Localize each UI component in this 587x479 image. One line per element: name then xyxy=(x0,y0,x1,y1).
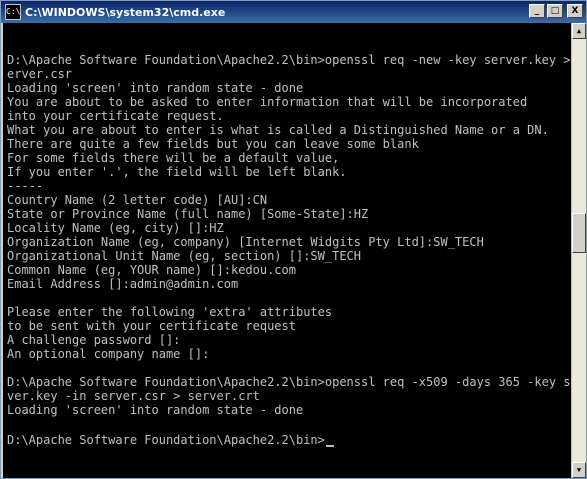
console-line: Locality Name (eg, city) []:HZ xyxy=(7,221,224,235)
console-line: Country Name (2 letter code) [AU]:CN xyxy=(7,193,268,207)
console-line: erver.csr xyxy=(7,67,73,81)
prompt-text: D:\Apache Software Foundation\Apache2.2\… xyxy=(7,433,325,447)
cmd-window: C:\ C:\WINDOWS\system32\cmd.exe _ □ X D:… xyxy=(0,0,587,479)
console-line: D:\Apache Software Foundation\Apache2.2\… xyxy=(7,53,571,67)
close-button[interactable]: X xyxy=(567,4,583,18)
console-line: You are about to be asked to enter infor… xyxy=(7,95,528,109)
window-title: C:\WINDOWS\system32\cmd.exe xyxy=(25,5,226,19)
minimize-button[interactable]: _ xyxy=(529,4,545,18)
scroll-down-arrow-icon[interactable]: ▼ xyxy=(572,462,586,478)
title-bar[interactable]: C:\ C:\WINDOWS\system32\cmd.exe _ □ X xyxy=(1,1,586,23)
scroll-thumb[interactable] xyxy=(572,213,586,253)
console-line: An optional company name []: xyxy=(7,347,210,361)
console-line: Loading 'screen' into random state - don… xyxy=(7,403,304,417)
console-line: Loading 'screen' into random state - don… xyxy=(7,81,304,95)
console-line: For some fields there will be a default … xyxy=(7,151,340,165)
console-line: Organization Name (eg, company) [Interne… xyxy=(7,235,484,249)
prompt-line[interactable]: D:\Apache Software Foundation\Apache2.2\… xyxy=(7,433,334,447)
console-output[interactable]: D:\Apache Software Foundation\Apache2.2\… xyxy=(3,23,571,478)
console-line: into your certificate request. xyxy=(7,109,224,123)
cmd-icon: C:\ xyxy=(5,4,21,20)
console-line: What you are about to enter is what is c… xyxy=(7,123,549,137)
console-line: ver.key -in server.csr > server.crt xyxy=(7,389,260,403)
console-line: Email Address []:admin@admin.com xyxy=(7,277,239,291)
console-line: State or Province Name (full name) [Some… xyxy=(7,207,369,221)
console-line: Organizational Unit Name (eg, section) [… xyxy=(7,249,362,263)
console-line: ----- xyxy=(7,179,44,193)
console-line: Common Name (eg, YOUR name) []:kedou.com xyxy=(7,263,296,277)
console-line: D:\Apache Software Foundation\Apache2.2\… xyxy=(7,375,571,389)
console-line: There are quite a few fields but you can… xyxy=(7,137,419,151)
vertical-scrollbar[interactable]: ▲ ▼ xyxy=(571,23,586,478)
console-line: If you enter '.', the field will be left… xyxy=(7,165,347,179)
text-cursor xyxy=(325,445,334,447)
console-line: Please enter the following 'extra' attri… xyxy=(7,305,333,319)
console-line: to be sent with your certificate request xyxy=(7,319,296,333)
console-line: A challenge password []: xyxy=(7,333,181,347)
maximize-button[interactable]: □ xyxy=(547,4,563,18)
window-controls: _ □ X xyxy=(529,4,583,18)
scroll-up-arrow-icon[interactable]: ▲ xyxy=(572,23,586,39)
